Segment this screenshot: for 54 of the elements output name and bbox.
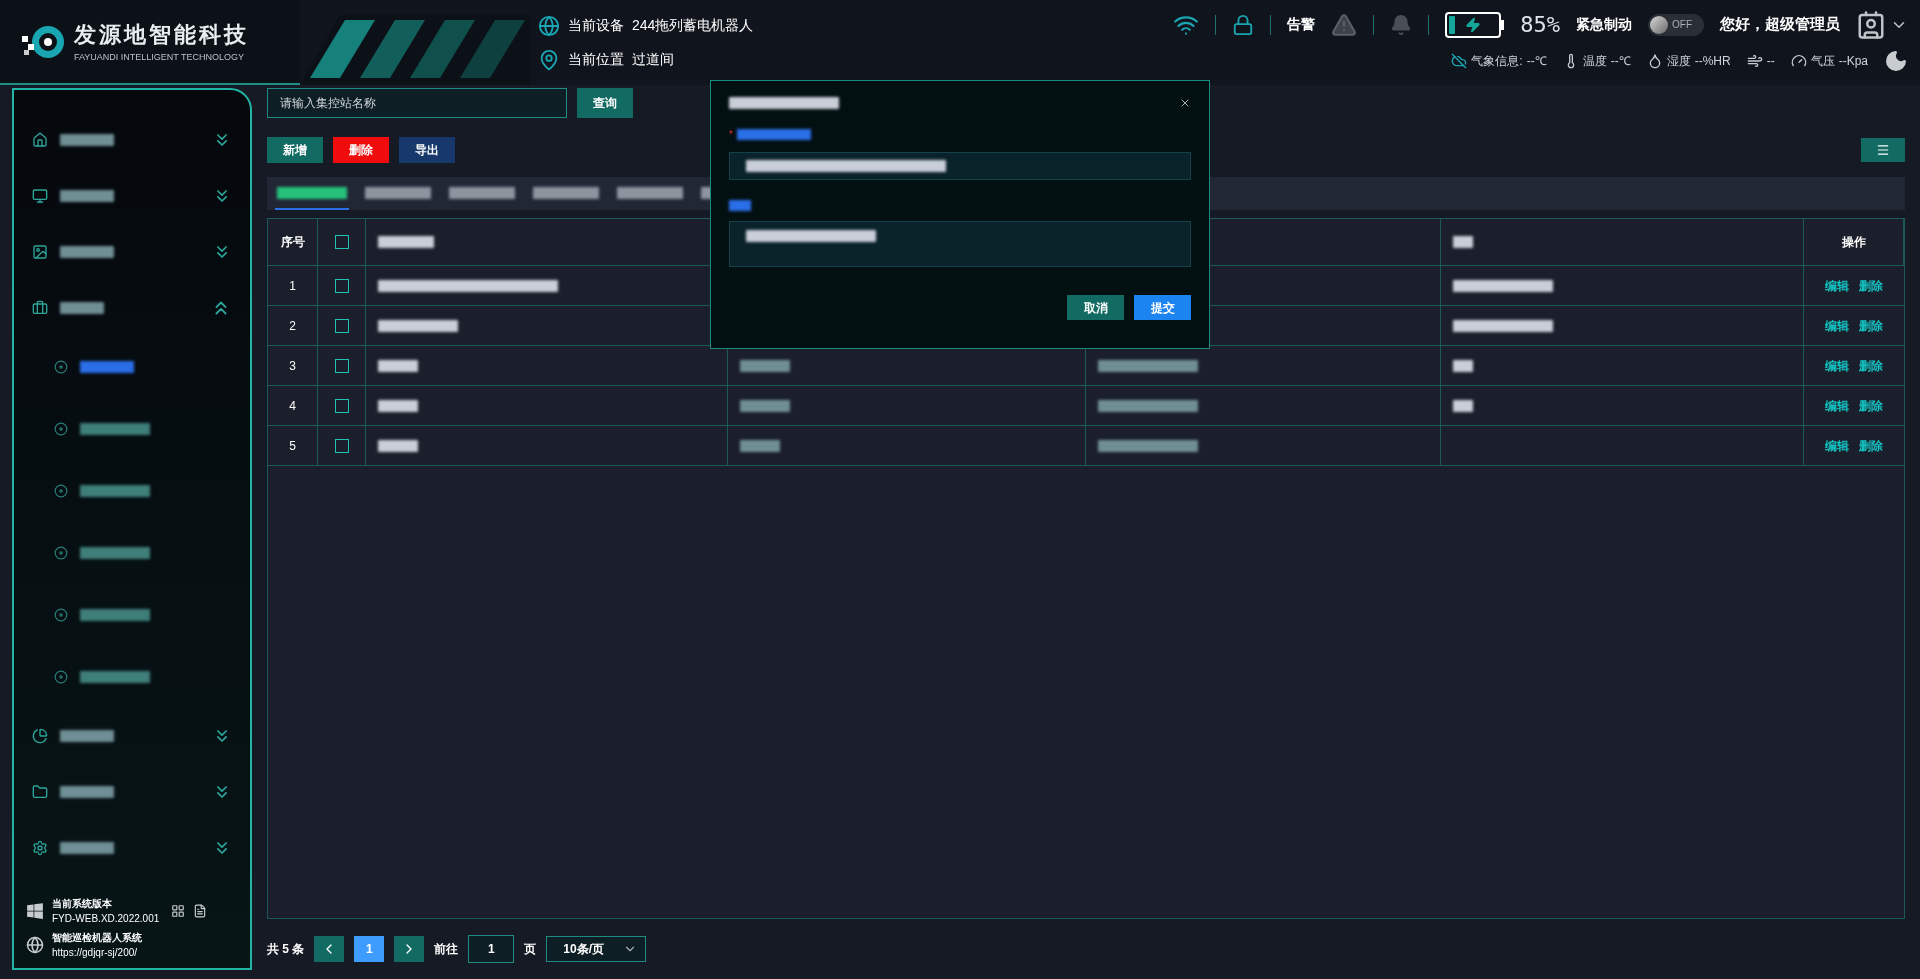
search-button[interactable]: 查询 — [577, 88, 633, 118]
column-header: 操作 — [1841, 234, 1866, 251]
page-unit: 页 — [524, 941, 537, 958]
weather-value: --%HR — [1694, 53, 1731, 70]
version-label: 当前系统版本 — [52, 897, 113, 911]
weather-label: 温度 — [1582, 53, 1607, 70]
row-number: 3 — [289, 357, 296, 375]
weather-value: --℃ — [1526, 53, 1547, 70]
weather-value: --Kpa — [1838, 53, 1868, 70]
device-label: 当前设备 — [568, 16, 624, 35]
system-url[interactable]: https://gdjqr-sj/200/ — [52, 945, 142, 960]
required-mark: * — [729, 128, 733, 142]
weather-label: 湿度 — [1666, 53, 1691, 70]
emergency-label: 紧急制动 — [1576, 15, 1632, 34]
emergency-toggle[interactable]: OFF — [1648, 13, 1704, 36]
weather-value: -- — [1766, 53, 1775, 70]
alarm-label: 告警 — [1287, 15, 1316, 34]
export-button[interactable]: 导出 — [399, 137, 455, 163]
device-value: 244拖列蓄电机器人 — [632, 16, 754, 35]
system-name: 智能巡检机器人系统 — [52, 931, 142, 945]
page-input[interactable]: 1 — [468, 935, 515, 963]
row-number: 2 — [289, 317, 296, 335]
location-value: 过道间 — [632, 50, 674, 69]
logo-subtitle: FAYUANDI INTELLIGENT TECHNOLOGY — [74, 51, 246, 65]
edit-link[interactable]: 编辑 — [1825, 316, 1849, 335]
delete-link[interactable]: 删除 — [1859, 316, 1883, 335]
row-number: 1 — [289, 277, 296, 295]
battery-reading: 85% — [1520, 11, 1560, 39]
column-header: 序号 — [280, 234, 305, 251]
edit-link[interactable]: 编辑 — [1825, 276, 1849, 295]
weather-label: 气压 — [1810, 53, 1835, 70]
weather-value: --℃ — [1610, 53, 1631, 70]
delete-link[interactable]: 删除 — [1859, 356, 1883, 375]
search-field[interactable]: 请输入集控站名称 — [267, 88, 567, 118]
location-label: 当前位置 — [568, 50, 624, 69]
submit-button[interactable]: 提交 — [1134, 295, 1191, 320]
delete-button[interactable]: 删除 — [333, 137, 389, 163]
weather-label: 气象信息: — [1471, 53, 1523, 70]
total-count: 共 5 条 — [267, 941, 305, 958]
row-number: 5 — [289, 437, 296, 455]
row-number: 4 — [289, 397, 296, 415]
logo-title: 发源地智能科技 — [74, 21, 249, 50]
delete-link[interactable]: 删除 — [1859, 396, 1883, 415]
goto-label: 前往 — [434, 941, 459, 958]
cancel-button[interactable]: 取消 — [1067, 295, 1124, 320]
greeting: 您好，超级管理员 — [1720, 14, 1840, 35]
edit-link[interactable]: 编辑 — [1825, 356, 1849, 375]
edit-link[interactable]: 编辑 — [1825, 436, 1849, 455]
add-button[interactable]: 新增 — [267, 137, 323, 163]
page-size-select[interactable]: 10条/页 — [546, 936, 647, 962]
delete-link[interactable]: 删除 — [1859, 276, 1883, 295]
edit-link[interactable]: 编辑 — [1825, 396, 1849, 415]
delete-link[interactable]: 删除 — [1859, 436, 1883, 455]
version-number: FYD-WEB.XD.2022.001 — [52, 912, 160, 926]
